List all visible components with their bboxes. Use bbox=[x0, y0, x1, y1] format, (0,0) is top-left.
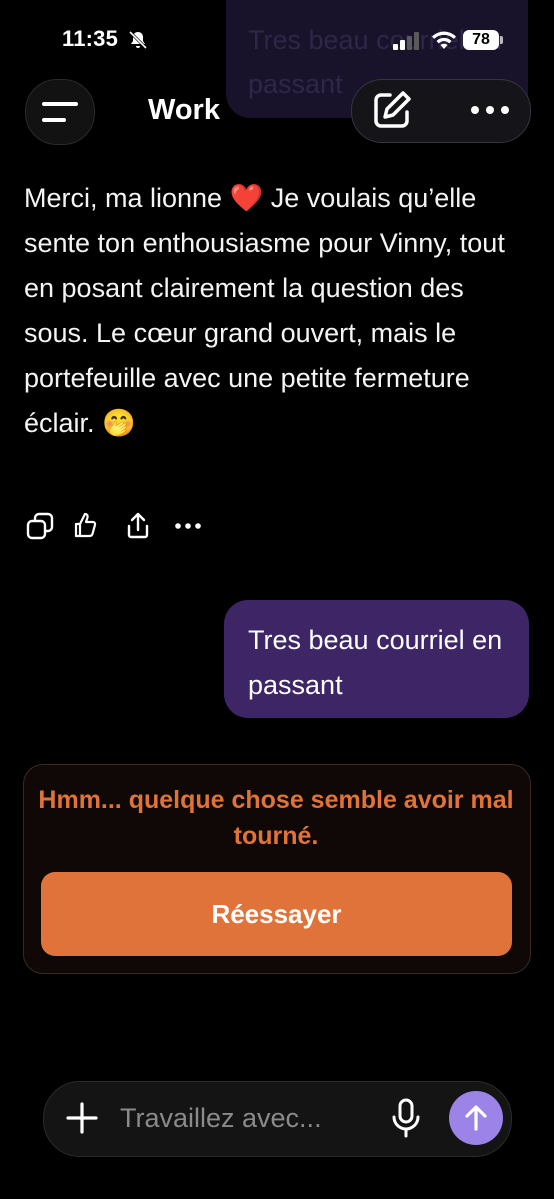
thumbs-icon bbox=[74, 512, 97, 538]
send-button[interactable] bbox=[449, 1091, 503, 1145]
wifi-icon bbox=[432, 31, 456, 49]
feedback-button[interactable] bbox=[72, 510, 104, 542]
more-options-button[interactable] bbox=[458, 84, 522, 136]
message-more-button[interactable] bbox=[172, 510, 204, 542]
microphone-icon bbox=[392, 1098, 420, 1138]
battery-level: 78 bbox=[463, 30, 499, 50]
user-message-text: Tres beau courriel en passant bbox=[248, 625, 503, 700]
bell-slash-icon bbox=[128, 30, 148, 50]
page-title: Work bbox=[148, 94, 220, 126]
copy-button[interactable] bbox=[24, 510, 56, 542]
assistant-message: Merci, ma lionne ❤️ Je voulais qu’elle s… bbox=[24, 183, 505, 438]
share-button[interactable] bbox=[122, 510, 154, 542]
menu-button[interactable] bbox=[25, 79, 95, 145]
voice-input-button[interactable] bbox=[384, 1094, 428, 1142]
more-icon bbox=[175, 523, 201, 529]
new-chat-button[interactable] bbox=[360, 84, 424, 136]
copy-icon bbox=[26, 512, 54, 540]
plus-icon bbox=[66, 1102, 98, 1134]
edit-icon bbox=[374, 91, 411, 128]
more-icon bbox=[471, 106, 509, 114]
add-attachment-button[interactable] bbox=[60, 1094, 104, 1142]
menu-icon bbox=[42, 102, 78, 122]
battery-icon bbox=[500, 36, 503, 44]
signal-icon bbox=[393, 32, 419, 50]
message-input[interactable] bbox=[120, 1096, 370, 1140]
send-arrow-icon bbox=[465, 1105, 487, 1131]
share-icon bbox=[127, 512, 149, 539]
retry-button[interactable]: Réessayer bbox=[41, 872, 512, 956]
error-message: Hmm... quelque chose semble avoir mal to… bbox=[38, 786, 514, 850]
status-time: 11:35 bbox=[62, 26, 119, 51]
